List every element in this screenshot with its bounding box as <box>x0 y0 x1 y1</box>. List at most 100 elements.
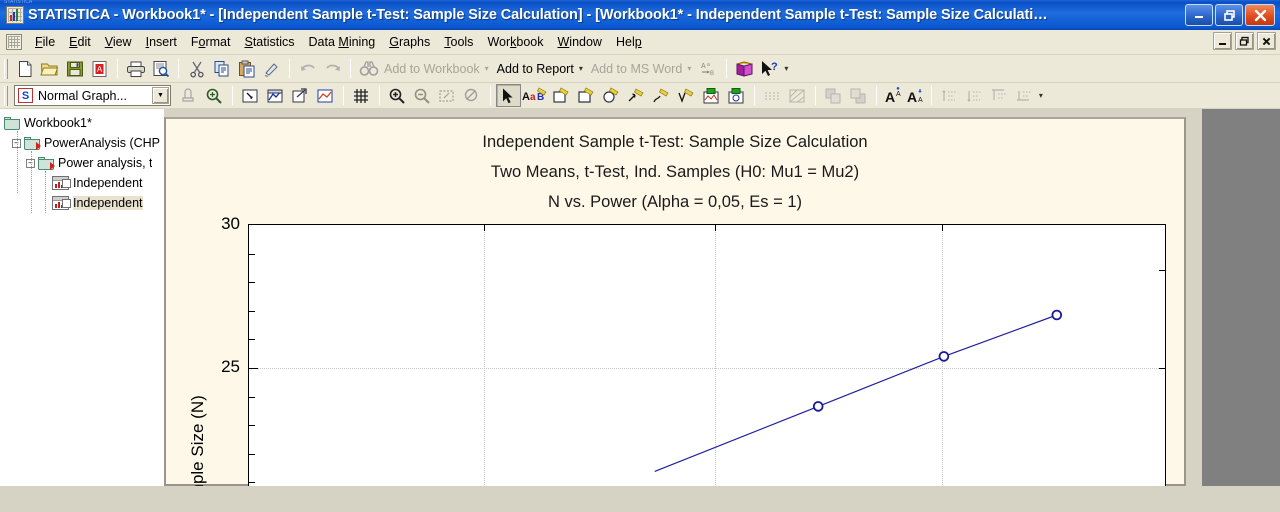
svg-text:A: A <box>896 91 901 98</box>
menu-bar: File Edit View Insert Format Statistics … <box>0 30 1280 55</box>
graph-data-editor-icon[interactable] <box>263 84 288 107</box>
window-controls <box>1185 4 1278 26</box>
toolbar-grip[interactable] <box>4 58 8 79</box>
help-caret[interactable]: ▾ <box>782 64 793 73</box>
add-to-workbook-caret[interactable]: ▾ <box>483 64 494 73</box>
print-icon[interactable] <box>123 57 148 80</box>
main-toolbar: A Add to Workbook ▾ Add to Report ▾ Add … <box>0 55 1280 83</box>
help-arrow-icon[interactable]: ? <box>757 57 782 80</box>
workspace: Workbook1* – PowerAnalysis (CHP – Power … <box>0 109 1280 486</box>
decrease-font-icon[interactable]: AA <box>904 84 926 107</box>
chevron-down-icon[interactable]: ▼ <box>151 87 169 104</box>
draw-rectangle-icon[interactable] <box>549 84 574 107</box>
window-title-text: STATISTICA - Workbook1* - [Independent S… <box>28 7 1048 23</box>
menu-data-mining[interactable]: Data Mining <box>302 32 383 52</box>
draw-arrow-icon[interactable] <box>649 84 674 107</box>
mdi-minimize-button[interactable] <box>1213 32 1232 50</box>
add-to-ms-word-label[interactable]: Add to MS Word <box>588 62 685 76</box>
folder-teal-icon <box>24 136 41 150</box>
cut-scissors-icon[interactable] <box>184 57 209 80</box>
draw-ellipse-icon[interactable] <box>574 84 599 107</box>
chart-title-line-3: N vs. Power (Alpha = 0,05, Es = 1) <box>547 193 803 211</box>
draw-freehand-icon[interactable] <box>674 84 699 107</box>
graph-toolbar-overflow-caret[interactable]: ▾ <box>1037 91 1048 100</box>
plot-area[interactable] <box>248 224 1166 486</box>
tree-item-workbook1[interactable]: Workbook1* <box>2 113 164 133</box>
svg-text:A: A <box>885 89 895 105</box>
tree-item-label: Power analysis, t <box>58 156 153 170</box>
menu-workbook[interactable]: Workbook <box>480 32 550 52</box>
text-tool-icon[interactable]: AaB <box>521 84 549 107</box>
menu-edit[interactable]: Edit <box>62 32 98 52</box>
line-style-icon <box>760 84 785 107</box>
y-tick-label: 30 <box>221 214 240 233</box>
grid-toggle-icon[interactable] <box>349 84 374 107</box>
svg-text:A: A <box>918 97 923 104</box>
graph-toolbar-grip[interactable] <box>4 85 8 106</box>
mdi-close-button[interactable] <box>1257 32 1276 50</box>
save-disk-icon[interactable] <box>62 57 87 80</box>
menu-tools[interactable]: Tools <box>437 32 480 52</box>
plot-layout-icon[interactable] <box>313 84 338 107</box>
add-to-report-label[interactable]: Add to Report <box>494 62 577 76</box>
zoom-reset-icon <box>460 84 485 107</box>
menu-help[interactable]: Help <box>609 32 649 52</box>
menu-file[interactable]: File <box>28 32 62 52</box>
zoom-magnifier-icon[interactable] <box>202 84 227 107</box>
zoom-in-icon[interactable] <box>385 84 410 107</box>
pointer-arrow-icon[interactable] <box>495 84 521 107</box>
align-bottom-icon <box>962 84 987 107</box>
tree-item-label: Independent <box>73 176 143 190</box>
vertical-scroll-gutter[interactable] <box>1186 109 1202 486</box>
new-document-icon[interactable] <box>12 57 37 80</box>
data-series-line[interactable] <box>249 225 1167 486</box>
draw-line-icon[interactable] <box>624 84 649 107</box>
y-axis-tick-labels: 30 25 <box>166 119 240 419</box>
svg-text:B: B <box>710 71 714 77</box>
add-to-ms-word-caret[interactable]: ▾ <box>685 64 696 73</box>
mdi-restore-button[interactable] <box>1235 32 1254 50</box>
chart-title-line-2: Two Means, t-Test, Ind. Samples (H0: Mu1… <box>490 163 860 181</box>
send-to-back-icon <box>846 84 871 107</box>
tree-item-independent-1[interactable]: Independent <box>2 173 164 193</box>
tree-item-independent-2[interactable]: Independent <box>2 193 164 213</box>
menu-format[interactable]: Format <box>184 32 238 52</box>
svg-text:a: a <box>707 62 710 68</box>
graph-window: Independent Sample t-Test: Sample Size C… <box>164 117 1186 486</box>
tree-item-power-analysis-t[interactable]: – Power analysis, t <box>2 153 164 173</box>
graph-canvas[interactable]: Independent Sample t-Test: Sample Size C… <box>166 119 1184 486</box>
export-pdf-icon[interactable]: A <box>87 57 112 80</box>
select-region-icon[interactable] <box>238 84 263 107</box>
document-icon <box>6 34 22 50</box>
menu-window[interactable]: Window <box>550 32 608 52</box>
add-to-workbook-label[interactable]: Add to Workbook <box>381 62 483 76</box>
open-folder-icon[interactable] <box>37 57 62 80</box>
close-button[interactable] <box>1245 4 1275 26</box>
insert-image-icon[interactable] <box>699 84 724 107</box>
tree-item-poweranalysis[interactable]: – PowerAnalysis (CHP <box>2 133 164 153</box>
print-preview-icon[interactable] <box>148 57 173 80</box>
book-icon[interactable] <box>732 57 757 80</box>
menu-statistics[interactable]: Statistics <box>237 32 301 52</box>
data-point[interactable] <box>1051 309 1063 321</box>
graph-resize-icon[interactable] <box>288 84 313 107</box>
copy-icon[interactable] <box>209 57 234 80</box>
menu-view[interactable]: View <box>98 32 139 52</box>
chart-title-line-1: Independent Sample t-Test: Sample Size C… <box>482 133 868 151</box>
minimize-button[interactable] <box>1185 4 1213 26</box>
statistica-app-icon <box>6 6 24 24</box>
menu-insert[interactable]: Insert <box>139 32 184 52</box>
paste-icon[interactable] <box>234 57 259 80</box>
restore-button[interactable] <box>1215 4 1243 26</box>
svg-text:?: ? <box>771 61 778 73</box>
align-left-icon <box>987 84 1012 107</box>
insert-object-icon[interactable] <box>724 84 749 107</box>
add-to-report-caret[interactable]: ▾ <box>577 64 588 73</box>
data-point[interactable] <box>812 401 824 412</box>
graph-style-combo[interactable]: S Normal Graph... ▼ <box>14 85 171 106</box>
menu-graphs[interactable]: Graphs <box>382 32 437 52</box>
format-painter-icon[interactable] <box>259 57 284 80</box>
draw-polygon-icon[interactable] <box>599 84 624 107</box>
data-point[interactable] <box>938 351 950 362</box>
increase-font-icon[interactable]: AA <box>882 84 904 107</box>
